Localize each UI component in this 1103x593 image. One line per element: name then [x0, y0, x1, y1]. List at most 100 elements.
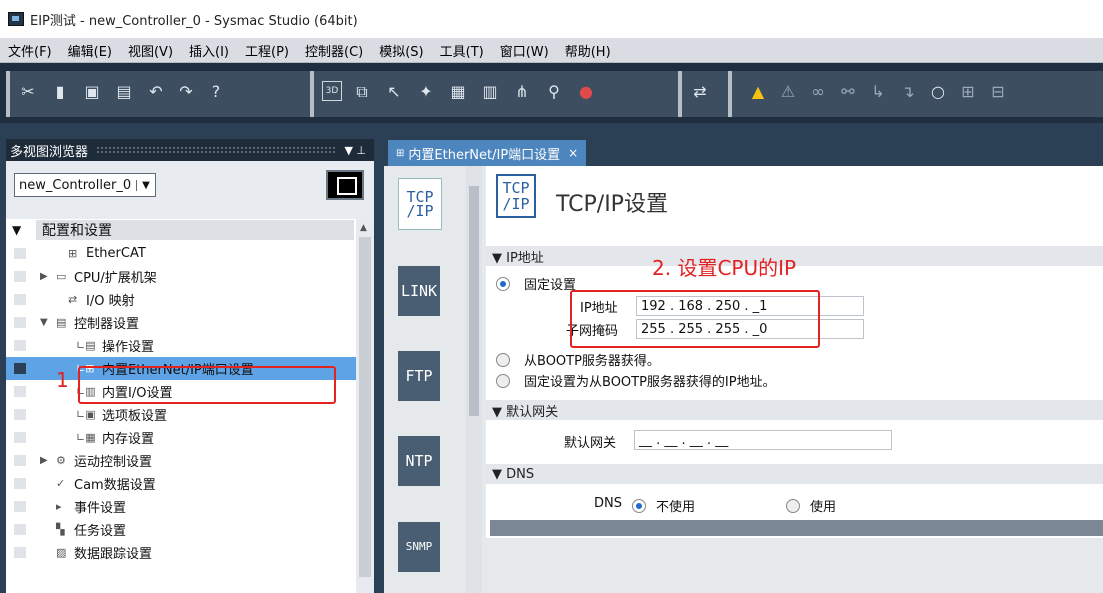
3d-icon[interactable]: 3D — [322, 81, 342, 101]
redo-icon[interactable]: ↷ — [176, 81, 196, 103]
tree-marker — [14, 455, 26, 466]
horizontal-scrollbar[interactable] — [490, 520, 1103, 536]
dns-section[interactable]: ▼ DNS — [486, 464, 1103, 484]
menu-insert[interactable]: 插入(I) — [181, 41, 237, 60]
toolbar-separator — [310, 71, 314, 117]
tree-item-controller-settings[interactable]: ▼ ▤ 控制器设置 — [6, 311, 356, 334]
paste-icon[interactable]: ▣ — [82, 81, 102, 103]
menu-project[interactable]: 工程(P) — [237, 41, 297, 60]
tcpip-settings-panel: TCP /IP TCP/IP设置 ▼ IP地址 固定设置 IP地址 192 . … — [486, 166, 1103, 593]
pointer-icon[interactable]: ↖ — [384, 81, 404, 103]
radio-fixed[interactable] — [496, 276, 510, 291]
menu-help[interactable]: 帮助(H) — [557, 41, 619, 60]
chevron-down-icon[interactable]: ▼ — [136, 179, 155, 191]
breakpoint-icon[interactable]: ● — [576, 81, 596, 103]
warning-dim-icon[interactable]: ⚠ — [778, 81, 798, 103]
bootp-option[interactable]: 从BOOTP服务器获得。 — [496, 350, 660, 369]
table-icon[interactable]: ▥ — [480, 81, 500, 103]
tree-item-config[interactable]: ▼ 配置和设置 — [6, 219, 356, 242]
tree-item-label: 操作设置 — [102, 340, 155, 355]
tree-item-cam-data[interactable]: ✓ Cam数据设置 — [6, 472, 356, 495]
warning-icon[interactable]: ▲ — [748, 81, 768, 103]
help-icon[interactable]: ? — [206, 81, 226, 103]
cut-icon[interactable]: ✂ — [18, 81, 38, 103]
compare-icon[interactable]: ⇄ — [690, 81, 710, 103]
nav-ntp-button[interactable]: NTP — [398, 436, 440, 486]
menu-view[interactable]: 视图(V) — [120, 41, 181, 60]
cam-icon: ✓ — [56, 477, 66, 490]
tree-item-event-settings[interactable]: ▸ 事件设置 — [6, 495, 356, 518]
tree-item-ethercat[interactable]: ⊞ EtherCAT — [6, 242, 356, 265]
bootp-fixed-option[interactable]: 固定设置为从BOOTP服务器获得的IP地址。 — [496, 371, 776, 390]
sync2-icon[interactable]: ⊟ — [988, 81, 1008, 103]
radio-dns-on[interactable] — [786, 498, 800, 513]
fixed-setting-option[interactable]: 固定设置 — [496, 274, 576, 293]
sync-icon[interactable]: ⊞ — [958, 81, 978, 103]
gateway-section[interactable]: ▼ 默认网关 — [486, 400, 1103, 420]
tree-item-data-trace[interactable]: ▨ 数据跟踪设置 — [6, 541, 356, 564]
search-icon[interactable]: ⚲ — [544, 81, 564, 103]
window-icon[interactable]: ⧉ — [352, 81, 372, 103]
menu-file[interactable]: 文件(F) — [0, 41, 60, 60]
tree-item-io-map[interactable]: ⇄ I/O 映射 — [6, 288, 356, 311]
multiview-explorer-header: 多视图浏览器 ▼ ⊥ — [6, 139, 374, 161]
expand-icon[interactable]: ▶ — [40, 271, 48, 282]
undo-icon[interactable]: ↶ — [146, 81, 166, 103]
title-bar: EIP测试 - new_Controller_0 - Sysmac Studio… — [0, 0, 1103, 38]
scrollbar-thumb[interactable] — [469, 186, 479, 416]
menu-window[interactable]: 窗口(W) — [492, 41, 557, 60]
step-icon[interactable]: ↳ — [868, 81, 888, 103]
menu-edit[interactable]: 编辑(E) — [60, 41, 120, 60]
settings-icon: ▤ — [56, 316, 67, 329]
expand-icon[interactable]: ▼ — [12, 223, 21, 237]
nav-scrollbar[interactable] — [466, 166, 482, 593]
nav-ftp-button[interactable]: FTP — [398, 351, 440, 401]
link-icon[interactable]: ∞ — [808, 81, 828, 103]
dns-off-option[interactable]: 不使用 — [632, 496, 695, 515]
tab-label: 内置EtherNet/IP端口设置 — [408, 147, 561, 163]
controller-status-button[interactable] — [326, 170, 364, 200]
gateway-label: 默认网关 — [564, 436, 617, 451]
toolbar-separator — [6, 71, 10, 117]
nav-snmp-button[interactable]: SNMP — [398, 522, 440, 572]
circle-icon[interactable]: ○ — [928, 81, 948, 103]
expand-icon[interactable]: ▼ — [40, 317, 48, 328]
link2-icon[interactable]: ⚯ — [838, 81, 858, 103]
tree-item-memory-settings[interactable]: ∟▦ 内存设置 — [6, 426, 356, 449]
event-icon: ▸ — [56, 500, 62, 513]
gateway-field[interactable]: __ . __ . __ . __ — [634, 430, 892, 450]
controller-select[interactable]: new_Controller_0 ▼ — [14, 173, 156, 197]
pin-icon[interactable]: ▼ ⊥ — [344, 144, 374, 157]
tree-marker — [14, 432, 26, 443]
copy-icon[interactable]: ▮ — [50, 81, 70, 103]
menu-controller[interactable]: 控制器(C) — [297, 41, 371, 60]
expand-icon[interactable]: ▶ — [40, 455, 48, 466]
nav-tcpip-button[interactable]: TCP /IP — [398, 178, 442, 230]
tree-item-label: I/O 映射 — [86, 294, 135, 309]
menu-simulation[interactable]: 模拟(S) — [371, 41, 431, 60]
radio-dns-off[interactable] — [632, 498, 646, 513]
network-icon[interactable]: ⋔ — [512, 81, 532, 103]
tree-item-motion-settings[interactable]: ▶ ⚙ 运动控制设置 — [6, 449, 356, 472]
tab-ethernet-ip-settings[interactable]: ⊞ 内置EtherNet/IP端口设置 × — [388, 140, 587, 166]
monitor-icon[interactable]: ▦ — [448, 81, 468, 103]
tree-item-label: 运动控制设置 — [74, 455, 153, 470]
radio-bootp-fixed[interactable] — [496, 373, 510, 388]
tree-item-task-settings[interactable]: ▚ 任务设置 — [6, 518, 356, 541]
dns-on-option[interactable]: 使用 — [786, 496, 836, 515]
nav-link-button[interactable]: LINK — [398, 266, 440, 316]
menu-tools[interactable]: 工具(T) — [432, 41, 492, 60]
tree-item-operation-settings[interactable]: ∟▤ 操作设置 — [6, 334, 356, 357]
window-title: EIP测试 - new_Controller_0 - Sysmac Studio… — [30, 13, 358, 29]
radio-bootp[interactable] — [496, 352, 510, 367]
scroll-up-icon[interactable]: ▲ — [360, 223, 367, 233]
tree-item-cpu-rack[interactable]: ▶ ▭ CPU/扩展机架 — [6, 265, 356, 288]
tree-scrollbar[interactable]: ▲ — [356, 219, 374, 593]
build-icon[interactable]: ✦ — [416, 81, 436, 103]
bootp-fixed-label: 固定设置为从BOOTP服务器获得的IP地址。 — [524, 375, 776, 390]
step2-icon[interactable]: ↴ — [898, 81, 918, 103]
tree-item-option-board[interactable]: ∟▣ 选项板设置 — [6, 403, 356, 426]
scrollbar-thumb[interactable] — [359, 237, 371, 577]
close-icon[interactable]: × — [568, 146, 578, 160]
delete-icon[interactable]: ▤ — [114, 81, 134, 103]
